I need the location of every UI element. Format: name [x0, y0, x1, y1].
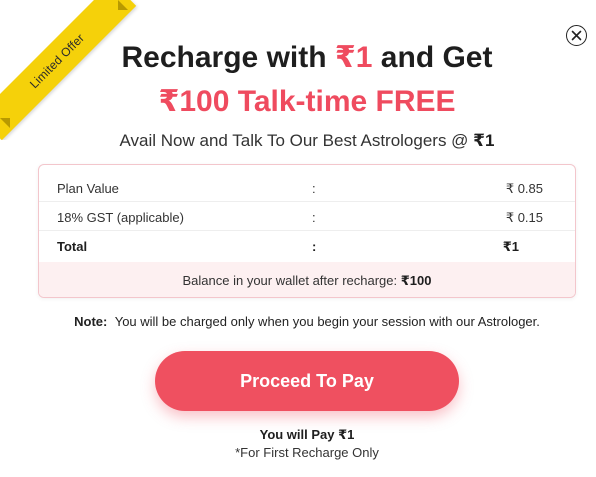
note-text: You will be charged only when you begin …: [114, 314, 540, 329]
offer-talktime-title: ₹100 Talk-time FREE: [158, 85, 456, 118]
plan-row-label: 18% GST (applicable): [57, 210, 184, 225]
plan-row-value: ₹1: [502, 239, 519, 254]
plan-row-separator: :: [312, 239, 317, 254]
proceed-to-pay-button[interactable]: Proceed To Pay: [155, 351, 459, 411]
plan-row-value: ₹ 0.85: [505, 181, 543, 196]
offer-title: Recharge with ₹1 and Get: [0, 40, 596, 75]
wallet-balance-info: Balance in your wallet after recharge: ₹…: [39, 262, 575, 297]
title-prefix: Recharge with: [121, 41, 335, 74]
ribbon-fold-top: [118, 0, 128, 10]
plan-row-value: ₹ 0.15: [505, 210, 543, 225]
plan-summary-box: Plan Value : ₹ 0.85 18% GST (applicable)…: [38, 164, 576, 298]
note-label: Note:: [74, 314, 108, 329]
title-accent-amount: ₹1: [334, 41, 373, 74]
plan-row-gst: 18% GST (applicable) : ₹ 0.15: [39, 202, 575, 231]
first-recharge-note: *For First Recharge Only: [235, 445, 379, 460]
plan-row-label: Total: [57, 239, 88, 254]
plan-row-separator: :: [312, 181, 316, 196]
plan-row-plan-value: Plan Value : ₹ 0.85: [39, 173, 575, 202]
balance-text: Balance in your wallet after recharge:: [182, 273, 401, 288]
plan-row-total: Total : ₹1: [39, 231, 575, 260]
ribbon-fold-left: [0, 118, 10, 128]
plan-row-label: Plan Value: [57, 181, 119, 196]
pay-amount-text: You will Pay ₹1: [259, 427, 355, 442]
offer-subtitle: Avail Now and Talk To Our Best Astrologe…: [0, 131, 596, 151]
plan-row-separator: :: [312, 210, 316, 225]
balance-amount: ₹100: [400, 273, 432, 288]
subtitle-text: Avail Now and Talk To Our Best Astrologe…: [119, 131, 474, 150]
charge-note: Note: You will be charged only when you …: [0, 314, 596, 329]
subtitle-amount: ₹1: [473, 131, 495, 150]
title-suffix: and Get: [372, 41, 493, 74]
